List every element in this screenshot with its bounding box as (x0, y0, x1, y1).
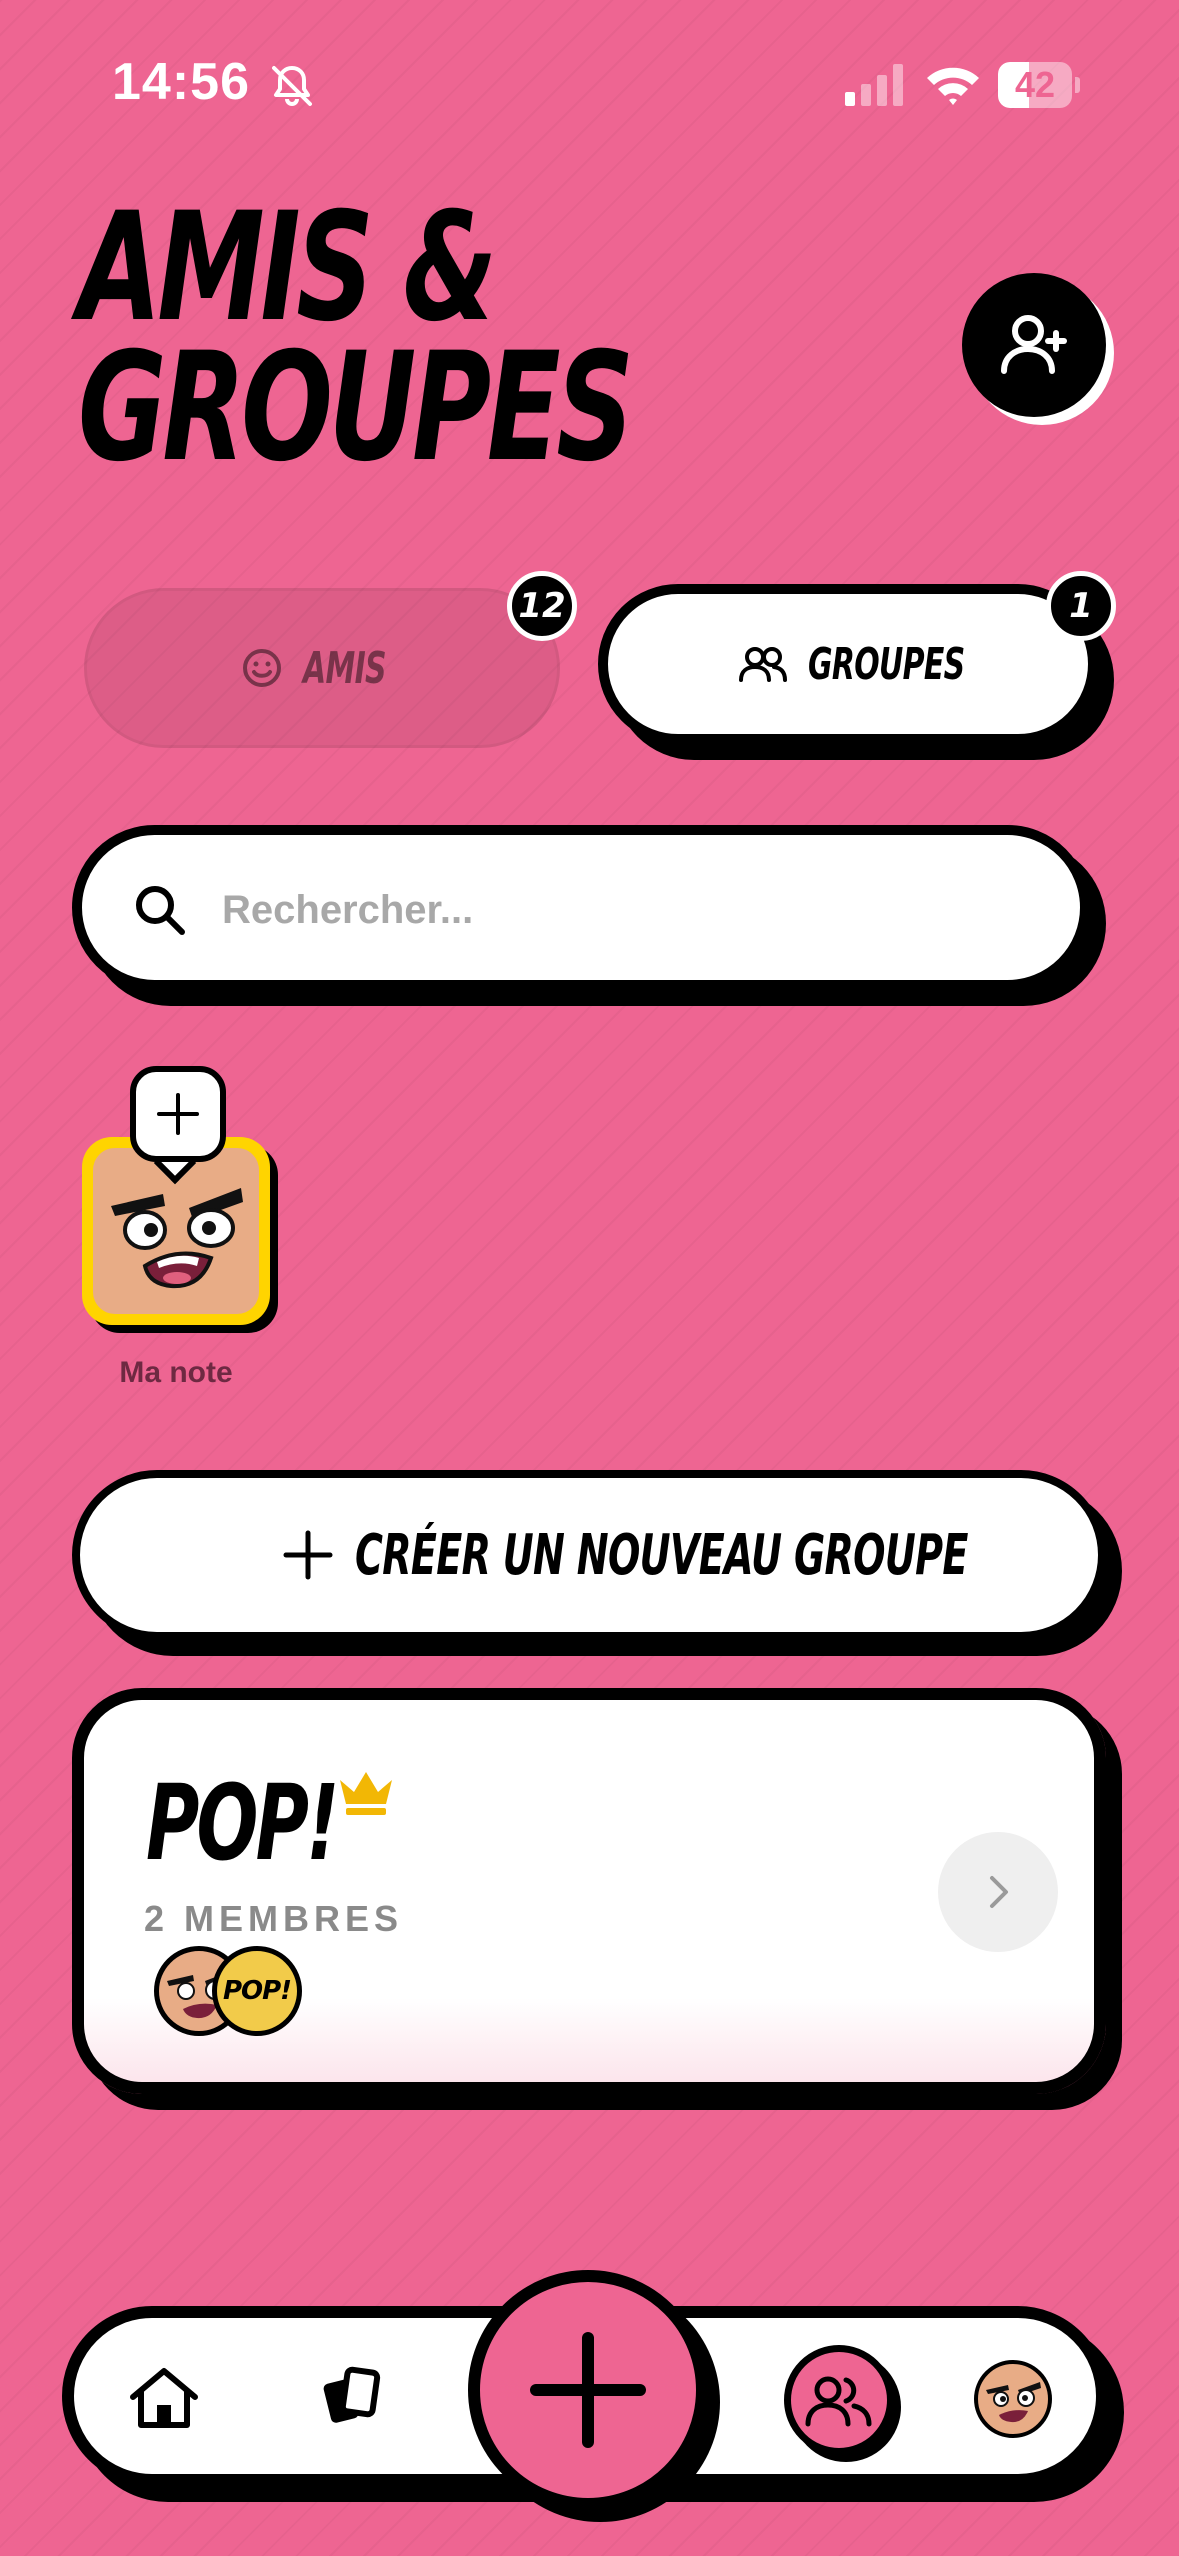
group-member-count: 2 MEMBRES (144, 1898, 404, 1939)
nav-profile-avatar[interactable] (974, 2360, 1052, 2438)
add-user-icon (1001, 315, 1067, 374)
search-bar[interactable] (72, 825, 1090, 990)
group-card[interactable]: POP! 2 MEMBRES POP! (72, 1688, 1106, 2094)
create-group-button[interactable]: CRÉER UN NOUVEAU GROUPE (72, 1470, 1106, 1640)
signal-icon (845, 64, 903, 106)
search-icon (136, 886, 185, 935)
nav-groups-button[interactable] (784, 2345, 894, 2455)
users-icon (739, 647, 787, 682)
tab-groupes-count-badge: 1 (1046, 571, 1116, 641)
wifi-icon (927, 67, 979, 105)
bell-slash-icon (272, 66, 312, 106)
plus-icon (157, 1093, 199, 1135)
page-title-line2: GROUPES (78, 321, 634, 495)
tab-amis[interactable]: AMIS (84, 588, 560, 748)
status-time: 14:56 (112, 53, 250, 111)
battery-percent: 42 (1014, 64, 1056, 105)
tab-amis-count-badge: 12 (507, 571, 577, 641)
crown-icon (340, 1772, 392, 1815)
tab-groupes-label: GROUPES (808, 638, 965, 690)
my-note-label: Ma note (119, 1356, 233, 1389)
add-note-button[interactable] (130, 1066, 226, 1162)
chevron-right-icon (990, 1876, 1008, 1908)
plus-icon (530, 2332, 646, 2448)
users-icon (805, 2376, 872, 2427)
open-group-button[interactable] (938, 1832, 1058, 1952)
battery-icon: 42 (998, 62, 1080, 108)
create-post-fab[interactable] (468, 2270, 708, 2510)
add-friend-button[interactable] (962, 273, 1106, 417)
search-input[interactable] (222, 875, 1022, 945)
group-name: POP! (146, 1762, 339, 1884)
home-icon (130, 2368, 198, 2428)
member-avatar: POP! (212, 1946, 302, 2036)
tab-groupes[interactable]: GROUPES (598, 584, 1098, 744)
nav-home-button[interactable] (124, 2362, 204, 2434)
tab-amis-label: AMIS (303, 642, 387, 694)
smiley-icon (243, 649, 281, 687)
cards-icon (323, 2366, 381, 2423)
member-avatar-logo: POP! (222, 1976, 292, 2006)
create-group-label: CRÉER UN NOUVEAU GROUPE (355, 1522, 968, 1588)
avatar-face-icon (986, 2382, 1041, 2423)
page-title-line1: AMIS & (78, 181, 497, 355)
plus-icon (283, 1530, 333, 1580)
page-title: AMIS & GROUPES (78, 181, 634, 495)
nav-cards-button[interactable] (314, 2358, 392, 2436)
